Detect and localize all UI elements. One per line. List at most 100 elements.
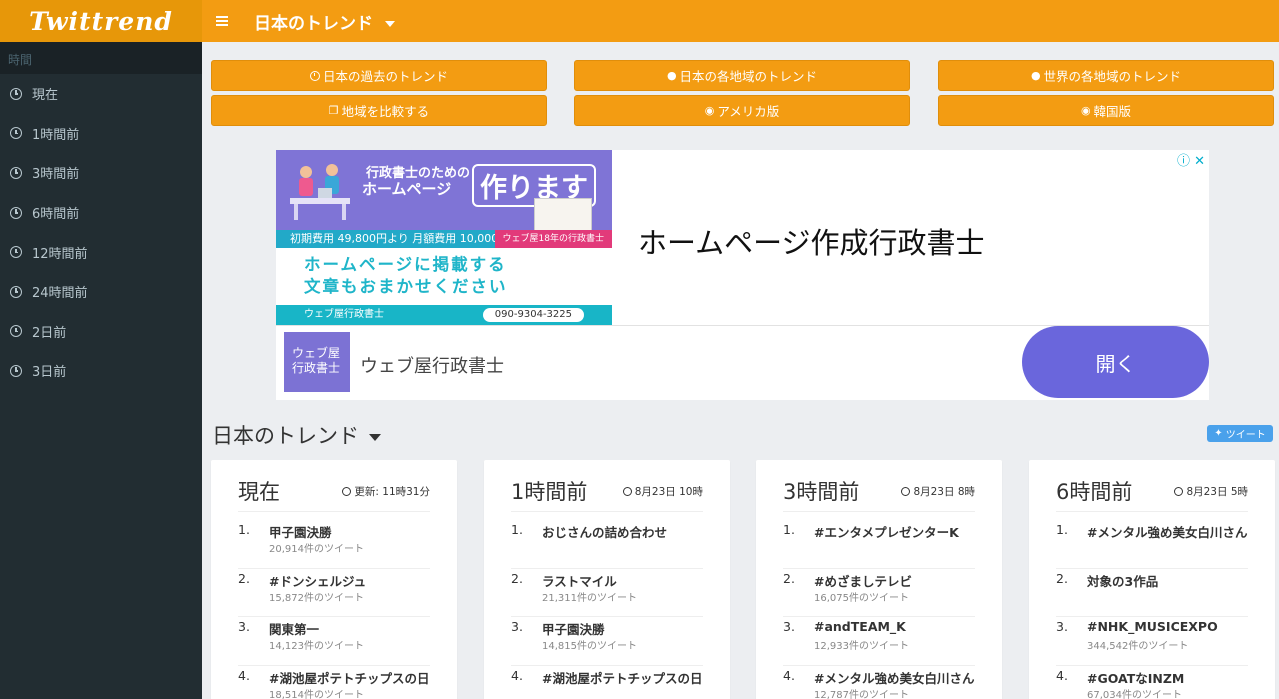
trend-rank: 2. [783,570,795,586]
card-time-text: 8月23日 10時 [634,486,703,498]
sidebar-item-label: 3日前 [32,365,67,381]
trend-name[interactable]: #andTEAM_K [814,619,906,634]
card-time: 8月23日 8時 [901,484,975,499]
trend-row[interactable]: 3. 甲子園決勝 14,815件のツイート [511,617,703,666]
card-header: 1時間前 8月23日 10時 [511,476,703,512]
button-label: 日本の過去のトレンド [322,69,448,84]
korea-version-button[interactable]: ◉ 韓国版 [938,95,1274,126]
trend-name[interactable]: 甲子園決勝 [542,619,605,638]
trend-name[interactable]: #ドンシェルジュ [269,571,366,590]
trend-card-now: 現在 更新: 11時31分 1. 甲子園決勝 20,914件のツイート 2. #ドンシ… [211,460,457,699]
trend-name[interactable]: #めざましテレビ [814,571,912,590]
trend-name[interactable]: #NHK_MUSICEXPO [1087,619,1218,634]
ad-logo-line1: ウェブ屋 [292,346,341,360]
trend-row[interactable]: 4. #メンタル強め美女白川さん 12,787件のツイート [783,666,975,699]
sidebar-item-label: 2日前 [32,325,67,341]
globe-icon: ◉ [704,104,715,117]
sidebar-item-2d[interactable]: 2日前 [0,312,202,352]
top-bar: 日本のトレンド [202,0,1279,42]
trend-row[interactable]: 1. #メンタル強め美女白川さん [1056,520,1248,569]
card-header: 現在 更新: 11時31分 [238,476,430,512]
sidebar-item-label: 12時間前 [32,246,88,262]
trend-count: 18,514件のツイート [269,689,364,699]
tweet-button-label: ツイート [1225,430,1266,441]
advertisement[interactable]: 行政書士のための ホームページ 作ります 初期費用 49,800円より 月額費用… [276,150,1209,400]
sidebar-item-12h[interactable]: 12時間前 [0,232,202,272]
ad-advertiser-name[interactable]: ウェブ屋行政書士 [360,352,504,378]
japan-regions-button[interactable]: ● 日本の各地域のトレンド [574,60,910,91]
trend-name[interactable]: 甲子園決勝 [269,522,332,541]
us-version-button[interactable]: ◉ アメリカ版 [574,95,910,126]
trend-rank: 2. [511,570,523,586]
trend-row[interactable]: 4. #湖池屋ポテトチップスの日 18,514件のツイート [238,666,430,699]
tweet-button[interactable]: ✦ ツイート [1207,425,1273,442]
compare-regions-button[interactable]: ❐ 地域を比較する [211,95,547,126]
trend-rank: 4. [783,667,795,683]
trend-name[interactable]: #湖池屋ポテトチップスの日 [269,668,429,687]
ad-info-close-icon[interactable]: ⓘ ✕ [1177,150,1205,169]
card-title: 3時間前 [783,480,860,504]
trend-row[interactable]: 4. #湖池屋ポテトチップスの日 [511,666,703,699]
ad-open-button[interactable]: 開く [1022,326,1209,398]
trend-count: 14,815件のツイート [542,641,637,652]
ad-image[interactable]: 行政書士のための ホームページ 作ります 初期費用 49,800円より 月額費用… [276,150,612,325]
sidebar-item-label: 現在 [32,88,59,104]
trend-name[interactable]: #エンタメプレゼンターK [814,522,959,541]
sidebar-item-3d[interactable]: 3日前 [0,351,202,391]
trend-count: 12,933件のツイート [814,641,909,652]
world-regions-button[interactable]: ● 世界の各地域のトレンド [938,60,1274,91]
trend-row[interactable]: 2. #ドンシェルジュ 15,872件のツイート [238,569,430,617]
trend-row[interactable]: 3. 関東第一 14,123件のツイート [238,617,430,666]
trend-row[interactable]: 3. #NHK_MUSICEXPO 344,542件のツイート [1056,617,1248,666]
trend-card-3h: 3時間前 8月23日 8時 1. #エンタメプレゼンターK 2. #めざましテレビ 1… [756,460,1002,699]
trend-list: 1. #メンタル強め美女白川さん 2. 対象の3作品 3. #NHK_MUSICEXP… [1056,520,1248,699]
trend-row[interactable]: 2. #めざましテレビ 16,075件のツイート [783,569,975,617]
ad-headline[interactable]: ホームページ作成行政書士 [638,220,985,262]
trend-name[interactable]: #メンタル強め美女白川さん [1087,522,1247,541]
clock-icon [309,70,320,81]
trend-rank: 2. [238,570,250,586]
ad-mid-line1: ホームページに掲載する [304,255,507,274]
sidebar-item-now[interactable]: 現在 [0,74,202,114]
button-label: アメリカ版 [717,104,780,119]
logo-bar[interactable]: Twittrend [0,0,202,42]
logo[interactable]: Twittrend [29,7,173,36]
trend-row[interactable]: 1. #エンタメプレゼンターK [783,520,975,569]
card-time: 8月23日 5時 [1174,484,1248,499]
clock-icon [1174,487,1184,496]
trend-rank: 1. [238,522,250,537]
trend-name[interactable]: ラストマイル [542,571,617,590]
card-time: 更新: 11時31分 [342,484,430,499]
card-time-text: 8月23日 5時 [1186,486,1248,498]
ad-advertiser-logo[interactable]: ウェブ屋 行政書士 [284,332,350,392]
globe-icon: ◉ [1080,104,1091,117]
trend-name[interactable]: おじさんの詰め合わせ [542,522,667,541]
past-trends-button[interactable]: 日本の過去のトレンド [211,60,547,91]
trend-name[interactable]: 対象の3作品 [1087,571,1158,590]
trend-row[interactable]: 2. 対象の3作品 [1056,569,1248,617]
sidebar-item-24h[interactable]: 24時間前 [0,272,202,312]
trend-row[interactable]: 4. #GOATなINZM 67,034件のツイート [1056,666,1248,699]
menu-icon[interactable] [216,14,228,28]
sidebar-item-3h[interactable]: 3時間前 [0,153,202,193]
clock-icon [342,487,352,496]
clock-icon [10,364,22,377]
card-header: 6時間前 8月23日 5時 [1056,476,1248,512]
trend-row[interactable]: 3. #andTEAM_K 12,933件のツイート [783,617,975,666]
sidebar-item-6h[interactable]: 6時間前 [0,193,202,233]
trend-row[interactable]: 1. おじさんの詰め合わせ [511,520,703,569]
trend-name[interactable]: #湖池屋ポテトチップスの日 [542,668,702,687]
ad-bottom-text: ウェブ屋行政書士 [304,309,384,320]
section-title-dropdown[interactable]: 日本のトレンド [212,420,381,450]
trend-row[interactable]: 2. ラストマイル 21,311件のツイート [511,569,703,617]
country-dropdown[interactable]: 日本のトレンド [254,9,395,34]
caret-down-icon [385,20,395,27]
trend-row[interactable]: 1. 甲子園決勝 20,914件のツイート [238,520,430,569]
trend-name[interactable]: #メンタル強め美女白川さん [814,668,974,687]
ad-tel: 090-9304-3225 [482,308,584,322]
button-label: 世界の各地域のトレンド [1043,69,1182,84]
trend-count: 12,787件のツイート [814,689,909,699]
trend-name[interactable]: 関東第一 [269,619,319,638]
sidebar-item-1h[interactable]: 1時間前 [0,114,202,154]
trend-name[interactable]: #GOATなINZM [1087,668,1184,687]
